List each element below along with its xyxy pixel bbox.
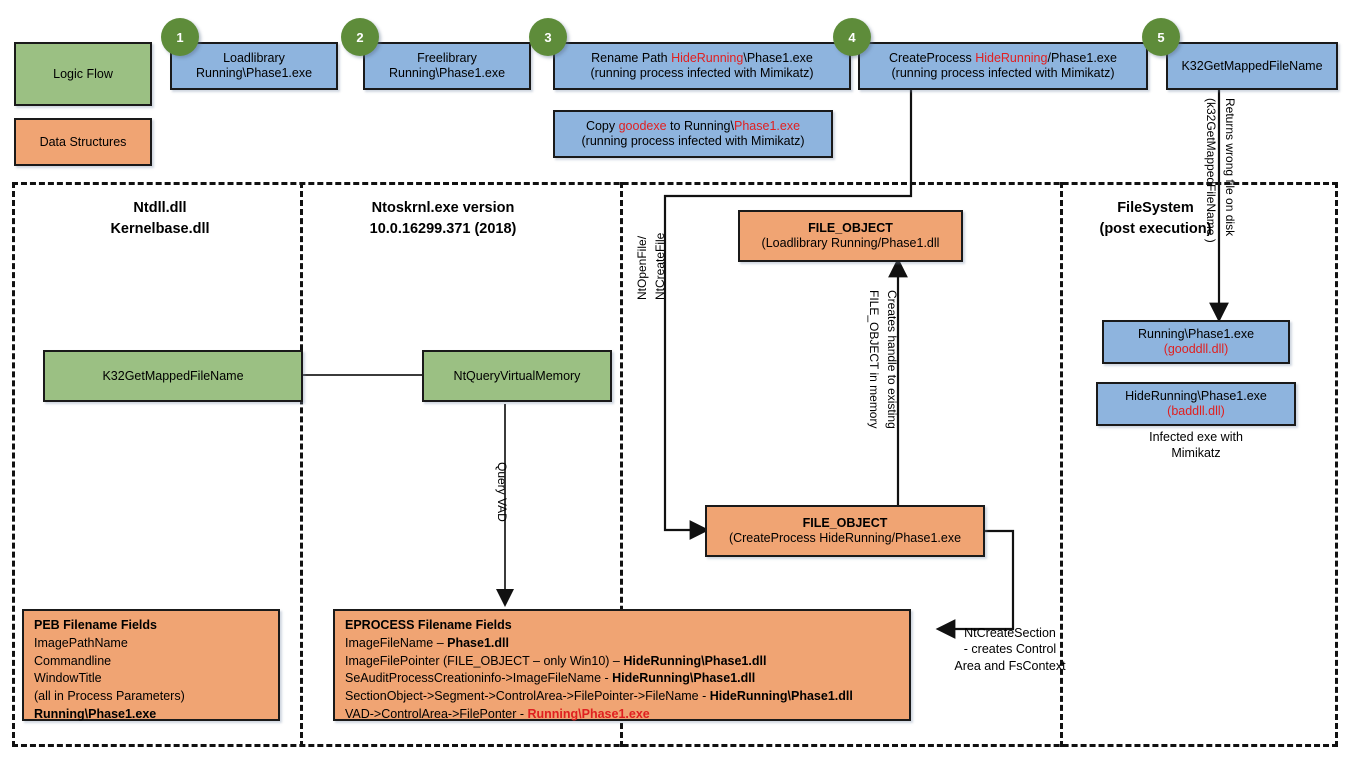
eprocess-filename-fields-box: EPROCESS Filename Fields ImageFileName –… [333,609,911,721]
section-title-ntdll-l2: Kernelbase.dll [110,221,210,238]
peb-filename-fields-box: PEB Filename Fields ImagePathName Command… [22,609,280,721]
edge-label-ntcreatefile: NtCreateFile [653,232,667,300]
peb-box-row: ImagePathName [34,635,128,650]
eprocess-box-row: SectionObject->Segment->ControlArea->Fil… [345,688,901,706]
legend-data-structures: Data Structures [14,118,152,166]
eprocess-box-row: VAD->ControlArea->FilePonter - Running\P… [345,706,901,724]
peb-box-row: WindowTitle [34,671,102,686]
edge-label-ntcreatesection-l1: NtCreateSection [964,626,1056,640]
step-box-2: Freelibrary Running\Phase1.exe [363,42,531,90]
edge-label-query-vad: Query VAD [495,462,509,522]
eprocess-row-value: HideRunning\Phase1.dll [709,689,853,703]
step-box-3-line1: Rename Path HideRunning\Phase1.exe [591,51,813,66]
copy-box: Copy goodexe to Running\Phase1.exe (runn… [553,110,833,158]
section-title-ntdll: Ntdll.dll Kernelbase.dll [60,198,260,240]
node-file-object-loadlibrary: FILE_OBJECT (Loadlibrary Running/Phase1.… [738,210,963,262]
eprocess-row-label: SeAuditProcessCreationinfo->ImageFileNam… [345,671,613,686]
eprocess-row-value: Running\Phase1.exe [527,706,650,721]
step-badge-3: 3 [529,18,567,56]
edge-label-ntopenfile: NtOpenFile/ [635,235,649,300]
eprocess-row-value: Phase1.dll [447,635,509,650]
section-title-filesystem: FileSystem (post execution) [1063,198,1248,240]
section-title-filesystem-l1: FileSystem [1117,200,1194,216]
step-badge-2: 2 [341,18,379,56]
step-box-2-line2: Running\Phase1.exe [388,66,506,80]
node-k32getmappedfilename: K32GetMappedFileName [43,350,303,402]
step-badge-3-number: 3 [544,29,552,45]
peb-box-row: Commandline [34,653,112,668]
edge-label-ntcreatesection-l3: Area and FsContext [954,658,1066,673]
file-hiderunning-phase1: HideRunning\Phase1.exe (baddll.dll) [1096,382,1296,426]
node-ntqueryvirtualmemory-label: NtQueryVirtualMemory [453,368,581,383]
copy-box-line2: (running process infected with Mimikatz) [581,134,805,148]
eprocess-box-row: ImageFilePointer (FILE_OBJECT – only Win… [345,653,901,671]
peb-box-rows: ImagePathName Commandline WindowTitle (all … [34,635,270,706]
node-k32getmappedfilename-label: K32GetMappedFileName [102,368,244,383]
step-badge-5-number: 5 [1157,29,1165,45]
eprocess-row-label: SectionObject->Segment->ControlArea->Fil… [345,689,710,703]
file-hiderunning-caption: Infected exe with Mimikatz [1096,429,1296,462]
edge-label-creates-handle-l2: FILE_OBJECT in memory [867,290,881,429]
file-running-phase1: Running\Phase1.exe (gooddll.dll) [1102,320,1290,364]
section-divider-1 [300,182,303,747]
section-title-ntoskrnl-l1: Ntoskrnl.exe version [371,200,515,216]
step-badge-1: 1 [161,18,199,56]
edge-label-ntcreatesection-l2: - creates Control [963,642,1057,657]
step-box-4: CreateProcess HideRunning/Phase1.exe (ru… [858,42,1148,90]
node-file-object-createprocess-l2: (CreateProcess HideRunning/Phase1.exe [728,531,962,545]
section-title-ntdll-l1: Ntdll.dll [133,200,187,216]
eprocess-box-rows: ImageFileName – Phase1.dll ImageFilePoint… [345,635,901,724]
section-title-ntoskrnl-l2: 10.0.16299.371 (2018) [369,221,517,238]
node-file-object-createprocess-l1: FILE_OBJECT [802,516,888,531]
eprocess-row-value: HideRunning\Phase1.dll [612,671,756,686]
legend-logic-flow: Logic Flow [14,42,152,106]
section-title-ntoskrnl: Ntoskrnl.exe version 10.0.16299.371 (201… [318,198,568,240]
step-box-3-highlight: HideRunning [671,51,744,66]
section-title-filesystem-l2: (post execution) [1099,221,1212,238]
step-box-5-line1: K32GetMappedFileName [1181,58,1323,73]
file-hiderunning-phase1-l1: HideRunning\Phase1.exe [1125,389,1267,404]
step-box-4-line2: (running process infected with Mimikatz) [891,66,1115,80]
edge-label-ntcreatesection: NtCreateSection - creates Control Area a… [945,625,1075,674]
eprocess-box-header: EPROCESS Filename Fields [345,618,512,632]
node-file-object-loadlibrary-l2: (Loadlibrary Running/Phase1.dll [761,236,940,250]
step-badge-5: 5 [1142,18,1180,56]
diagram-canvas: Logic Flow Data Structures 1 Loadlibrary… [0,0,1350,770]
step-box-2-line1: Freelibrary [417,51,477,66]
step-box-1: Loadlibrary Running\Phase1.exe [170,42,338,90]
step-badge-1-number: 1 [176,29,184,45]
step-badge-4-number: 4 [848,29,856,45]
step-box-4-highlight: HideRunning [975,51,1048,66]
file-running-phase1-l2: (gooddll.dll) [1163,342,1229,356]
step-box-3: Rename Path HideRunning\Phase1.exe (runn… [553,42,851,90]
file-hiderunning-caption-l1: Infected exe with [1149,430,1243,444]
peb-box-header: PEB Filename Fields [34,618,157,632]
eprocess-box-row: SeAuditProcessCreationinfo->ImageFileNam… [345,670,901,688]
legend-data-structures-label: Data Structures [39,134,127,149]
step-box-3-line2: (running process infected with Mimikatz) [590,66,814,80]
step-badge-2-number: 2 [356,29,364,45]
node-file-object-createprocess: FILE_OBJECT (CreateProcess HideRunning/P… [705,505,985,557]
step-box-1-line1: Loadlibrary [223,51,285,66]
file-running-phase1-l1: Running\Phase1.exe [1137,327,1255,342]
node-file-object-loadlibrary-l1: FILE_OBJECT [808,221,893,236]
eprocess-row-label: ImageFilePointer (FILE_OBJECT – only Win… [345,653,624,668]
copy-box-line1: Copy goodexe to Running\Phase1.exe [585,119,801,134]
file-hiderunning-phase1-l2: (baddll.dll) [1167,404,1225,418]
edge-label-creates-handle-l1: Creates handle to existing [885,290,899,429]
eprocess-box-row: ImageFileName – Phase1.dll [345,635,901,653]
eprocess-row-label: VAD->ControlArea->FilePonter - [345,706,528,721]
eprocess-row-value: HideRunning\Phase1.dll [623,653,767,668]
eprocess-row-label: ImageFileName – [345,635,448,650]
peb-box-footer: Running\Phase1.exe [34,706,157,721]
legend-logic-flow-label: Logic Flow [53,66,113,81]
peb-box-row: (all in Process Parameters) [34,689,185,703]
step-badge-4: 4 [833,18,871,56]
file-hiderunning-caption-l2: Mimikatz [1171,446,1221,461]
step-box-5: K32GetMappedFileName [1166,42,1338,90]
step-box-1-line2: Running\Phase1.exe [195,66,313,80]
step-box-4-line1: CreateProcess HideRunning/Phase1.exe [889,51,1117,66]
node-ntqueryvirtualmemory: NtQueryVirtualMemory [422,350,612,402]
